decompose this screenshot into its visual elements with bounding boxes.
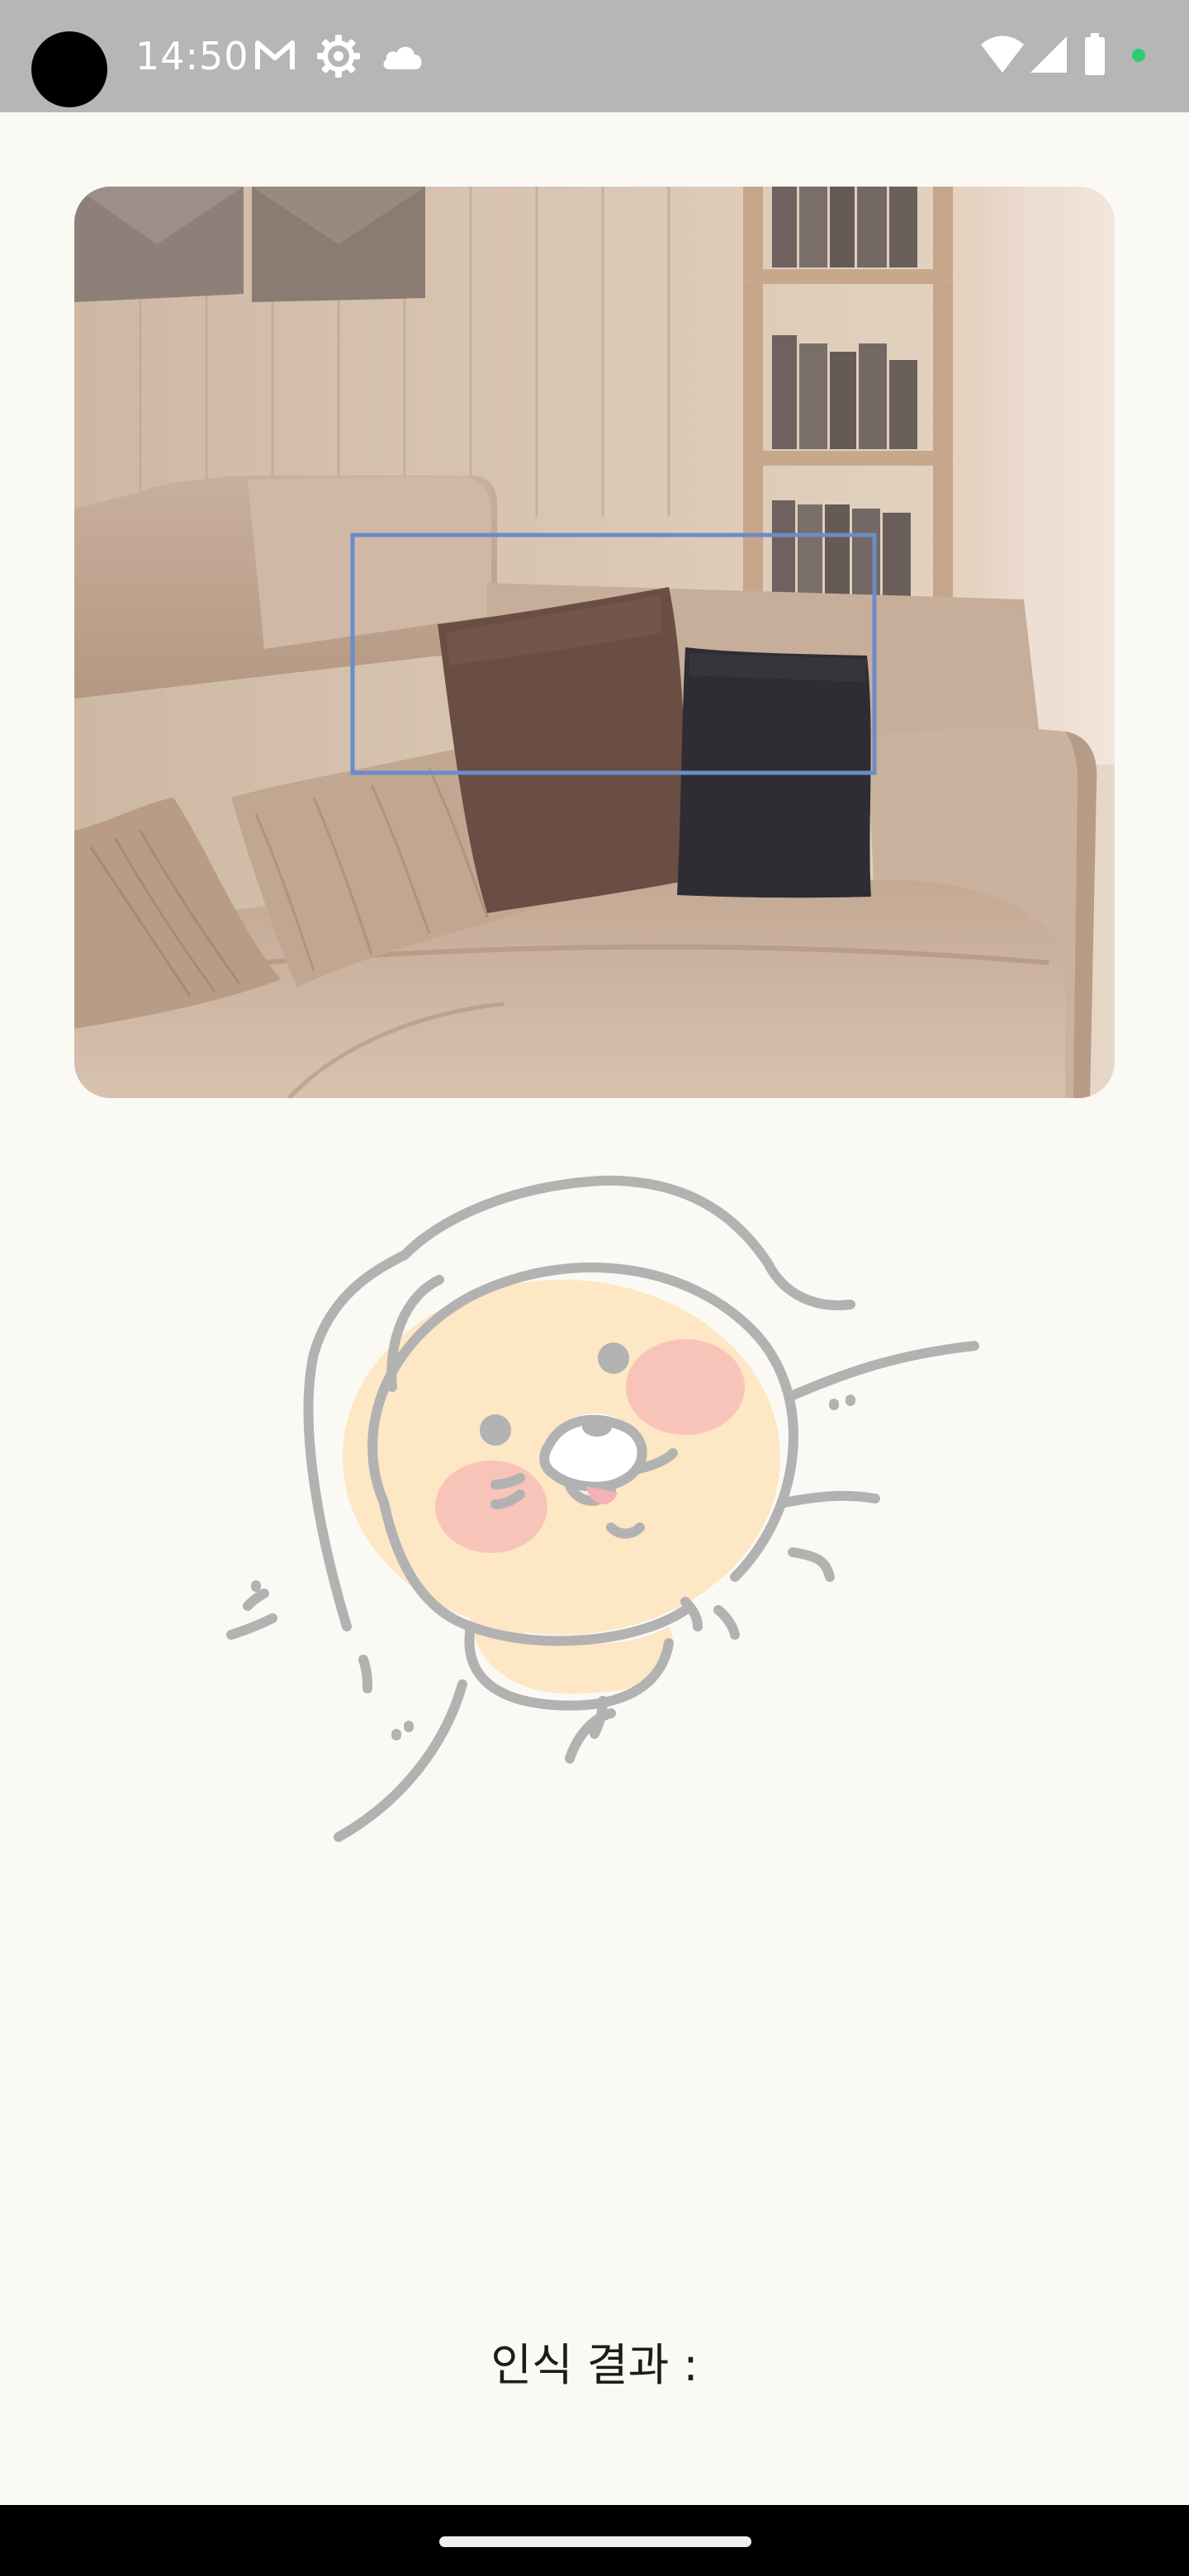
cloud-icon <box>380 40 426 76</box>
settings-gear-icon <box>315 33 362 83</box>
home-handle[interactable] <box>439 2536 751 2547</box>
cellular-signal-icon <box>1029 35 1068 78</box>
detection-photo[interactable] <box>74 187 1115 1098</box>
mascot-illustration <box>223 1164 991 1849</box>
privacy-indicator-dot <box>1131 48 1146 66</box>
status-time: 14:50 <box>135 34 249 78</box>
navigation-bar <box>0 2505 1189 2576</box>
wifi-icon <box>979 35 1026 78</box>
recognition-result-label: 인식 결과 : <box>490 2339 699 2391</box>
status-bar: 14:50 <box>0 0 1189 112</box>
gmail-icon <box>253 33 297 81</box>
battery-icon <box>1083 33 1106 79</box>
front-camera-cutout <box>31 31 107 107</box>
